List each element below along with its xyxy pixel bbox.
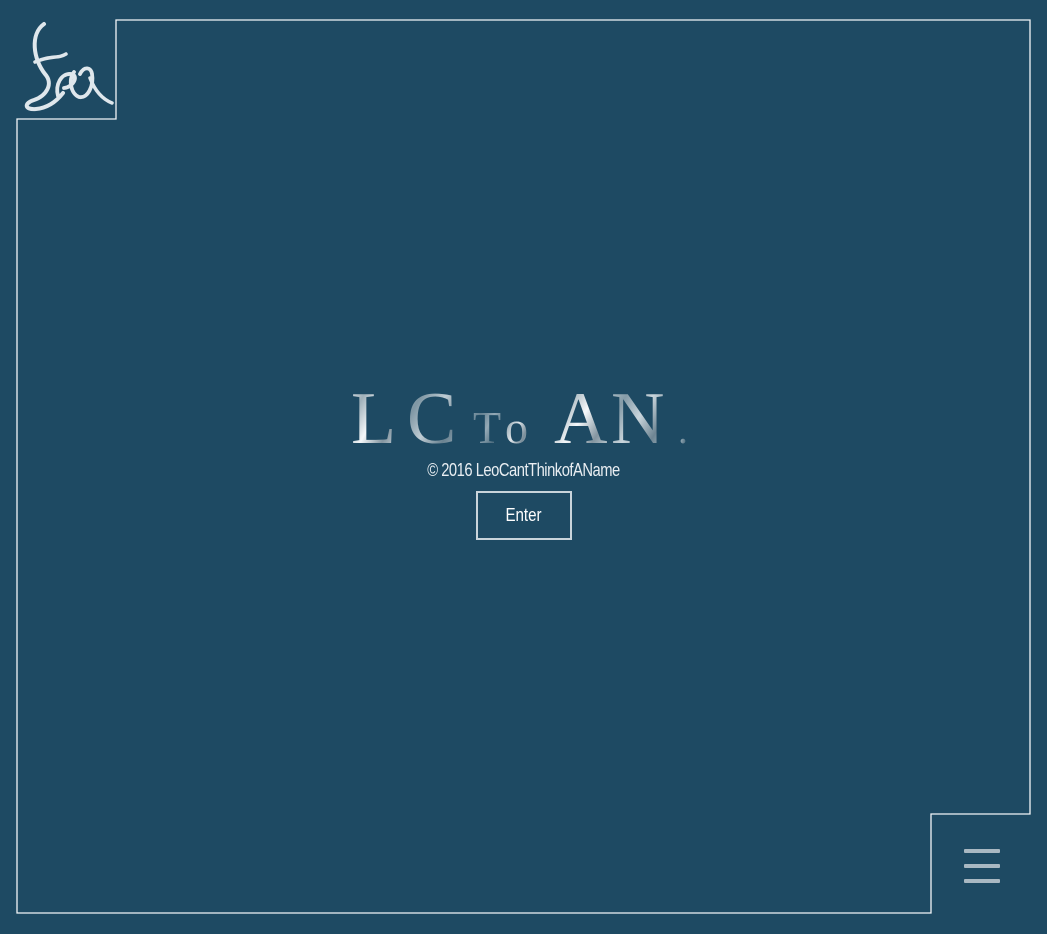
hero-content: L C T o A N . © 2016 LeoCantThinkofAName… [0,380,1047,540]
svg-text:T: T [473,402,501,448]
svg-text:N: N [611,380,664,448]
copyright-text: © 2016 LeoCantThinkofAName [427,460,620,480]
logo-signature[interactable] [16,16,116,116]
enter-button-label: Enter [505,505,542,525]
svg-text:C: C [407,380,456,448]
svg-text:o: o [505,402,528,448]
brand-wordmark: L C T o A N . [351,380,688,448]
svg-text:A: A [554,380,607,448]
enter-button[interactable]: Enter [475,491,572,540]
menu-bar-middle [964,864,1000,868]
menu-bar-top [964,849,1000,853]
svg-text:L: L [351,380,394,448]
hamburger-menu-icon[interactable] [960,846,1004,886]
svg-text:.: . [678,407,688,448]
landing-page: L C T o A N . © 2016 LeoCantThinkofAName… [0,0,1047,934]
menu-bar-bottom [964,879,1000,883]
